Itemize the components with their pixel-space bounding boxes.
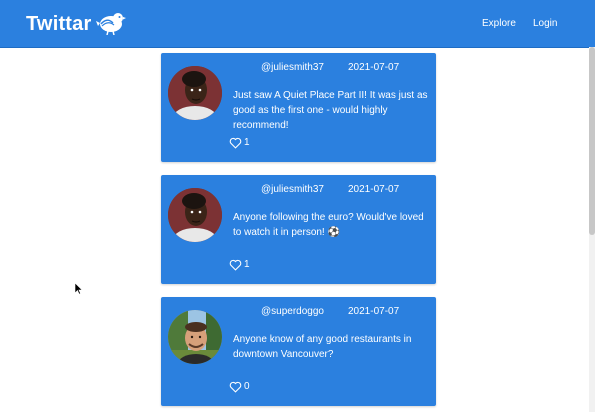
nav-link-login[interactable]: Login [533,17,557,31]
post-username[interactable]: @superdoggo [261,306,324,318]
like-button[interactable]: 0 [229,381,250,393]
avatar[interactable] [168,66,222,120]
scrollbar-thumb[interactable] [589,47,595,235]
navbar: Twittar Explore Login [0,0,595,48]
post-username[interactable]: @juliesmith37 [261,184,324,196]
brand-name[interactable]: Twittar [26,12,91,36]
post-text: Just saw A Quiet Place Part II! It was j… [233,90,428,131]
heart-icon[interactable] [229,259,242,271]
post-text: Anyone following the euro? Would've love… [233,212,424,238]
cursor-icon [75,283,83,295]
post-date: 2021-07-07 [348,306,400,317]
like-count: 1 [244,259,250,270]
brand[interactable]: Twittar [26,12,127,36]
avatar[interactable] [168,188,222,242]
heart-icon[interactable] [229,381,242,393]
avatar-photo [168,66,222,120]
post-card[interactable]: @juliesmith37 2021-07-07 Anyone followin… [161,175,436,284]
post-card[interactable]: @superdoggo 2021-07-07 Anyone know of an… [161,297,436,406]
like-button[interactable]: 1 [229,137,250,149]
like-count: 1 [244,137,250,148]
post-username[interactable]: @juliesmith37 [261,62,324,74]
avatar-photo [168,188,222,242]
post-text: Anyone know of any good restaurants in d… [233,334,412,360]
post-card[interactable]: @juliesmith37 2021-07-07 Just saw A Quie… [161,53,436,162]
like-button[interactable]: 1 [229,259,250,271]
post-date: 2021-07-07 [348,184,400,195]
post-date: 2021-07-07 [348,62,400,73]
heart-icon[interactable] [229,137,242,149]
avatar[interactable] [168,310,222,364]
avatar-photo [168,310,222,364]
bird-icon [96,13,127,35]
scrollbar[interactable] [589,47,595,412]
like-count: 0 [244,381,250,392]
nav-link-explore[interactable]: Explore [482,17,516,31]
